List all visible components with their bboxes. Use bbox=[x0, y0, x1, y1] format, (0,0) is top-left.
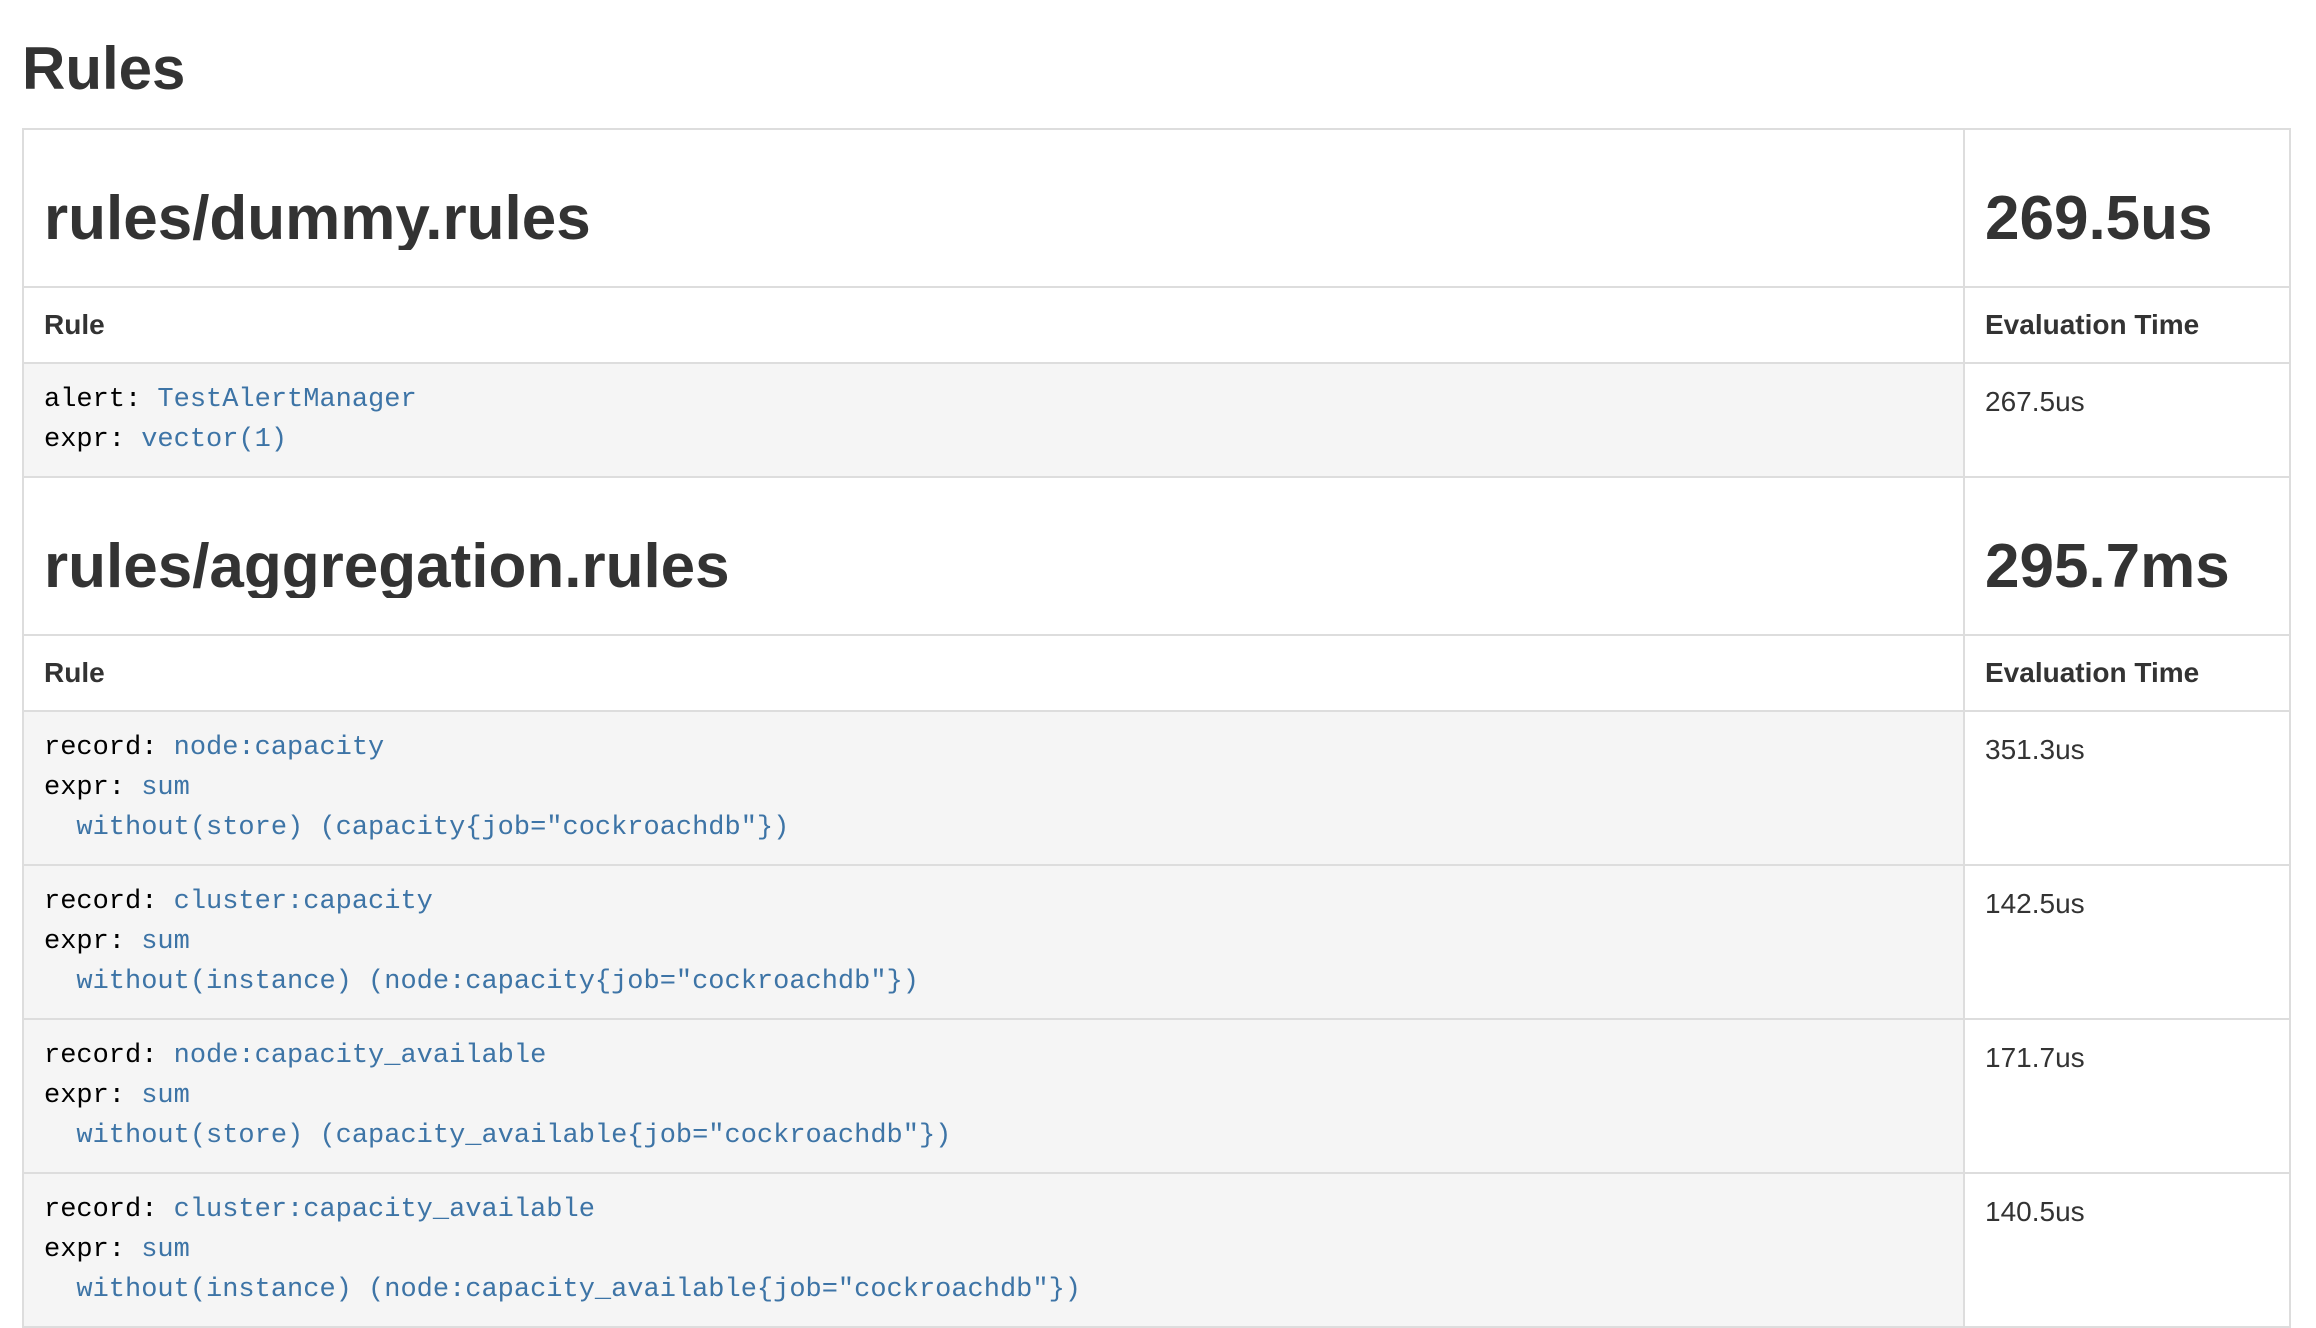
rule-group-eval-cell: 269.5us bbox=[1964, 129, 2290, 287]
rule-code-line: expr: sum without(instance) (node:capaci… bbox=[44, 1230, 1943, 1310]
rule-group-file-cell: rules/dummy.rules bbox=[23, 129, 1964, 287]
rule-eval-time: 140.5us bbox=[1964, 1173, 2290, 1327]
rule-keyword: expr: bbox=[44, 1081, 125, 1111]
rule-code: record: node:capacityexpr: sum without(s… bbox=[44, 728, 1943, 848]
rule-code-line: record: cluster:capacity bbox=[44, 882, 1943, 922]
rule-keyword: expr: bbox=[44, 425, 125, 455]
eval-column-header: Evaluation Time bbox=[1964, 287, 2290, 363]
rule-eval-time: 142.5us bbox=[1964, 865, 2290, 1019]
rule-keyword: record: bbox=[44, 887, 157, 917]
rule-cell: record: cluster:capacityexpr: sum withou… bbox=[23, 865, 1964, 1019]
rule-cell: record: node:capacity_availableexpr: sum… bbox=[23, 1019, 1964, 1173]
rule-cell: alert: TestAlertManagerexpr: vector(1) bbox=[23, 363, 1964, 477]
rules-table: rules/dummy.rules269.5usRuleEvaluation T… bbox=[22, 128, 2291, 1328]
rule-group-file-cell: rules/aggregation.rules bbox=[23, 477, 1964, 635]
rule-keyword: record: bbox=[44, 1041, 157, 1071]
rule-code: record: cluster:capacity_availableexpr: … bbox=[44, 1190, 1943, 1310]
rule-code: record: node:capacity_availableexpr: sum… bbox=[44, 1036, 1943, 1156]
rule-group-eval-time: 295.7ms bbox=[1985, 536, 2269, 598]
rule-code-line: record: node:capacity_available bbox=[44, 1036, 1943, 1076]
record-name-link[interactable]: cluster:capacity bbox=[174, 887, 433, 917]
record-name-link[interactable]: cluster:capacity_available bbox=[174, 1195, 595, 1225]
page-title: Rules bbox=[22, 36, 2294, 102]
rule-code-line: expr: sum without(store) (capacity_avail… bbox=[44, 1076, 1943, 1156]
rule-cell: record: node:capacityexpr: sum without(s… bbox=[23, 711, 1964, 865]
rule-keyword: alert: bbox=[44, 385, 141, 415]
rule-keyword: record: bbox=[44, 1195, 157, 1225]
rule-code-line: record: node:capacity bbox=[44, 728, 1943, 768]
rule-group-header-row: rules/dummy.rules 269.5us bbox=[23, 129, 2290, 287]
rule-cell: record: cluster:capacity_availableexpr: … bbox=[23, 1173, 1964, 1327]
rule-group-eval-cell: 295.7ms bbox=[1964, 477, 2290, 635]
rule-keyword: expr: bbox=[44, 927, 125, 957]
rule-code-line: record: cluster:capacity_available bbox=[44, 1190, 1943, 1230]
eval-column-header: Evaluation Time bbox=[1964, 635, 2290, 711]
rule-eval-time: 351.3us bbox=[1964, 711, 2290, 865]
rule-column-header: Rule bbox=[23, 287, 1964, 363]
rule-code: record: cluster:capacityexpr: sum withou… bbox=[44, 882, 1943, 1002]
rule-keyword: expr: bbox=[44, 1235, 125, 1265]
alert-name-link[interactable]: TestAlertManager bbox=[157, 385, 416, 415]
column-header-row: RuleEvaluation Time bbox=[23, 287, 2290, 363]
rules-table-body: rules/dummy.rules269.5usRuleEvaluation T… bbox=[23, 129, 2290, 1327]
rule-group-file: rules/aggregation.rules bbox=[44, 536, 1943, 598]
rule-group-header-row: rules/aggregation.rules 295.7ms bbox=[23, 477, 2290, 635]
record-name-link[interactable]: node:capacity_available bbox=[174, 1041, 547, 1071]
rule-row: record: cluster:capacityexpr: sum withou… bbox=[23, 865, 2290, 1019]
rules-page: Rules rules/dummy.rules269.5usRuleEvalua… bbox=[0, 0, 2316, 1328]
rule-group-eval-time: 269.5us bbox=[1985, 188, 2269, 250]
rule-eval-time: 171.7us bbox=[1964, 1019, 2290, 1173]
rule-row: record: node:capacityexpr: sum without(s… bbox=[23, 711, 2290, 865]
record-name-link[interactable]: node:capacity bbox=[174, 733, 385, 763]
expr-link[interactable]: vector(1) bbox=[141, 425, 287, 455]
rule-group-file: rules/dummy.rules bbox=[44, 188, 1943, 250]
rule-code-line: expr: sum without(store) (capacity{job="… bbox=[44, 768, 1943, 848]
rule-code-line: expr: vector(1) bbox=[44, 420, 1943, 460]
rule-row: record: node:capacity_availableexpr: sum… bbox=[23, 1019, 2290, 1173]
rule-column-header: Rule bbox=[23, 635, 1964, 711]
rule-row: alert: TestAlertManagerexpr: vector(1)26… bbox=[23, 363, 2290, 477]
expr-link[interactable]: sum without(store) (capacity_available{j… bbox=[44, 1081, 951, 1151]
rule-code: alert: TestAlertManagerexpr: vector(1) bbox=[44, 380, 1943, 460]
rule-keyword: expr: bbox=[44, 773, 125, 803]
rule-keyword: record: bbox=[44, 733, 157, 763]
rule-row: record: cluster:capacity_availableexpr: … bbox=[23, 1173, 2290, 1327]
column-header-row: RuleEvaluation Time bbox=[23, 635, 2290, 711]
expr-link[interactable]: sum without(store) (capacity{job="cockro… bbox=[44, 773, 789, 843]
rule-eval-time: 267.5us bbox=[1964, 363, 2290, 477]
rule-code-line: expr: sum without(instance) (node:capaci… bbox=[44, 922, 1943, 1002]
rule-code-line: alert: TestAlertManager bbox=[44, 380, 1943, 420]
expr-link[interactable]: sum without(instance) (node:capacity{job… bbox=[44, 927, 919, 997]
expr-link[interactable]: sum without(instance) (node:capacity_ava… bbox=[44, 1235, 1081, 1305]
